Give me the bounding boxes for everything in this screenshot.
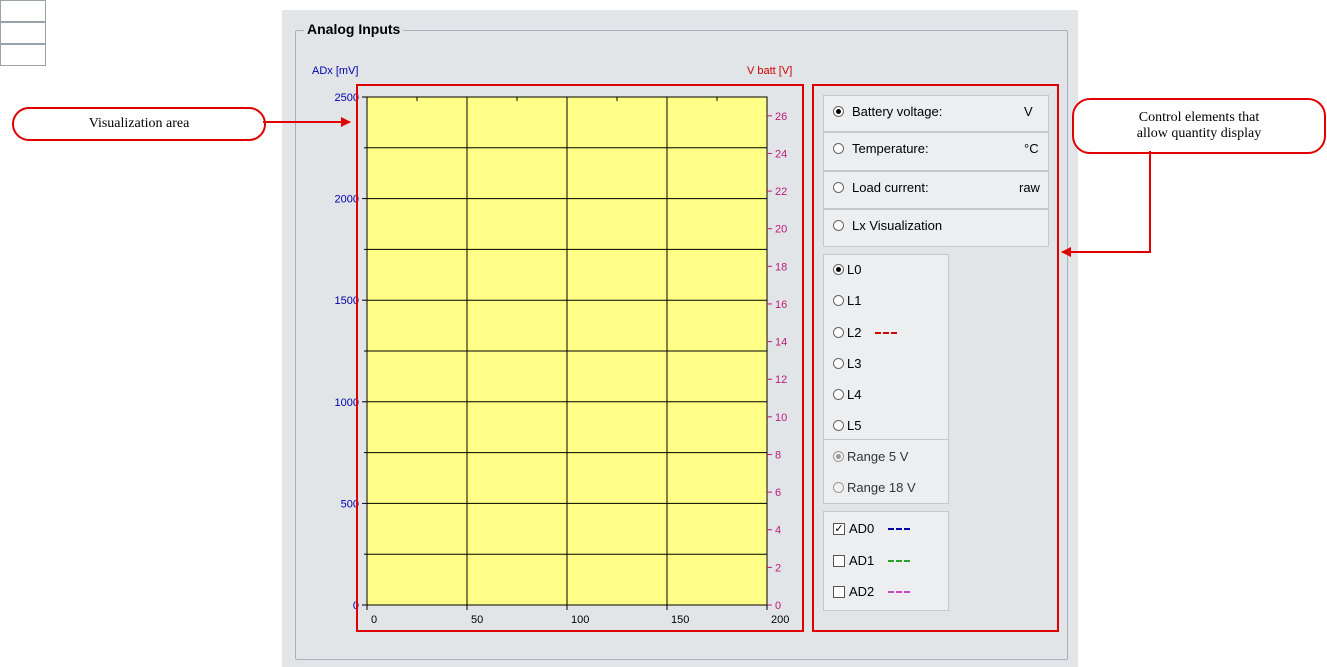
visualization-area-frame [356,84,804,632]
group-title: Analog Inputs [304,21,404,37]
radio-button[interactable] [833,358,844,369]
control-elements-label-1: Control elements that [1138,109,1260,125]
temperature-value-field[interactable] [0,22,46,44]
right-axis-title: V batt [V] [747,65,793,77]
lx-option-l1[interactable]: L1 [833,293,861,308]
radio-button[interactable] [833,327,844,338]
battery-voltage-value-field[interactable] [0,0,46,22]
ad-option-ad1[interactable]: AD1 [833,553,911,568]
quantity-label: Lx Visualization [852,218,943,233]
load-current-unit: raw [1019,180,1040,195]
load-current-value-field[interactable] [0,44,46,66]
checkbox[interactable] [833,554,845,567]
quantity-option-temperature[interactable]: Temperature: [833,141,929,156]
quantity-option-lx-visualization[interactable]: Lx Visualization [833,218,942,233]
radio-button[interactable] [833,182,844,193]
lx-group [823,254,949,441]
ad-label: AD0 [849,521,875,536]
series-dash-icon [888,590,911,593]
ad-option-ad0[interactable]: ✓ AD0 [833,521,911,536]
lx-label: L1 [847,293,862,308]
range-option-0[interactable]: Range 5 V [833,449,908,464]
lx-option-l0[interactable]: L0 [833,262,861,277]
radio-button[interactable] [833,106,844,117]
battery-voltage-unit: V [1024,104,1033,119]
radio-button[interactable] [833,451,844,462]
series-dash-icon [888,559,911,562]
temperature-unit: °C [1024,141,1039,156]
visualization-area-label: Visualization area [88,115,190,131]
ad-option-ad2[interactable]: AD2 [833,584,911,599]
checkbox[interactable]: ✓ [833,522,845,535]
range-option-1[interactable]: Range 18 V [833,480,916,495]
quantity-label: Load current: [852,180,929,195]
control-elements-label-2: allow quantity display [1136,126,1262,141]
radio-button[interactable] [833,482,844,493]
series-dash-icon [875,331,898,334]
lx-option-l4[interactable]: L4 [833,387,861,402]
radio-button[interactable] [833,264,844,275]
lx-option-l3[interactable]: L3 [833,356,861,371]
quantity-label: Battery voltage: [852,104,943,119]
quantity-label: Temperature: [852,141,929,156]
radio-button[interactable] [833,389,844,400]
lx-label: L0 [847,262,862,277]
visualization-area-callout: Visualization area [12,107,266,141]
lx-label: L3 [847,356,862,371]
quantity-option-load-current[interactable]: Load current: [833,180,929,195]
control-elements-callout: Control elements that allow quantity dis… [1072,98,1326,154]
lx-option-l5[interactable]: L5 [833,418,861,433]
series-dash-icon [888,527,911,530]
lx-label: L4 [847,387,862,402]
radio-button[interactable] [833,143,844,154]
lx-label: L2 [847,325,862,340]
radio-button[interactable] [833,295,844,306]
left-axis-title: ADx [mV] [312,65,359,77]
quantity-option-battery-voltage[interactable]: Battery voltage: [833,104,942,119]
lx-option-l2[interactable]: L2 [833,325,898,340]
range-label: Range 18 V [847,480,916,495]
lx-label: L5 [847,418,862,433]
ad-label: AD2 [849,584,875,599]
radio-button[interactable] [833,220,844,231]
radio-button[interactable] [833,420,844,431]
checkbox[interactable] [833,585,845,598]
range-label: Range 5 V [847,449,909,464]
ad-label: AD1 [849,553,875,568]
